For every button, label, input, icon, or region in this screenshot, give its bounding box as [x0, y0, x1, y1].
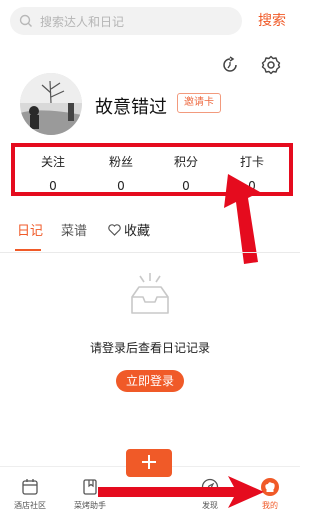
tab-recipes[interactable]: 菜谱 — [61, 220, 87, 239]
plus-icon — [142, 455, 156, 469]
stat-value: 0 — [49, 179, 57, 193]
nav-community[interactable]: 酒店社区 — [0, 467, 60, 514]
calendar-icon — [22, 479, 38, 495]
annotation-arrow-right — [98, 476, 264, 508]
tab-favorites[interactable]: 收藏 — [108, 220, 150, 239]
stat-followers[interactable]: 粉丝 0 — [96, 153, 146, 193]
nav-label: 酒店社区 — [14, 501, 46, 510]
profile-header: 故意错过 邀请卡 — [0, 73, 300, 143]
search-placeholder: 搜索达人和日记 — [40, 14, 125, 29]
stat-points[interactable]: 积分 0 — [161, 153, 211, 193]
stat-value: 0 — [182, 179, 190, 193]
avatar[interactable] — [20, 73, 82, 135]
username: 故意错过 — [95, 97, 167, 118]
add-button[interactable] — [126, 449, 172, 477]
tab-label: 收藏 — [124, 224, 151, 239]
search-button[interactable]: 搜索 — [252, 10, 292, 32]
login-button[interactable]: 立即登录 — [116, 370, 184, 392]
stat-label: 粉丝 — [108, 155, 133, 169]
stat-label: 关注 — [40, 155, 65, 169]
invite-card-button[interactable]: 邀请卡 — [177, 93, 221, 113]
content-tabs: 日记 菜谱 收藏 — [0, 213, 300, 253]
heart-icon — [108, 223, 121, 236]
empty-state-message: 请登录后查看日记记录 — [89, 341, 210, 355]
stat-following[interactable]: 关注 0 — [28, 153, 78, 193]
search-icon — [19, 14, 32, 27]
active-tab-indicator — [15, 249, 41, 251]
stat-label: 积分 — [173, 155, 198, 169]
search-input[interactable]: 搜索达人和日记 — [10, 7, 242, 35]
search-bar: 搜索达人和日记 搜索 — [0, 0, 300, 42]
tab-diary[interactable]: 日记 — [17, 220, 43, 239]
stat-value: 0 — [117, 179, 125, 193]
stat-label: 打卡 — [239, 155, 264, 169]
empty-inbox-icon — [131, 273, 169, 314]
